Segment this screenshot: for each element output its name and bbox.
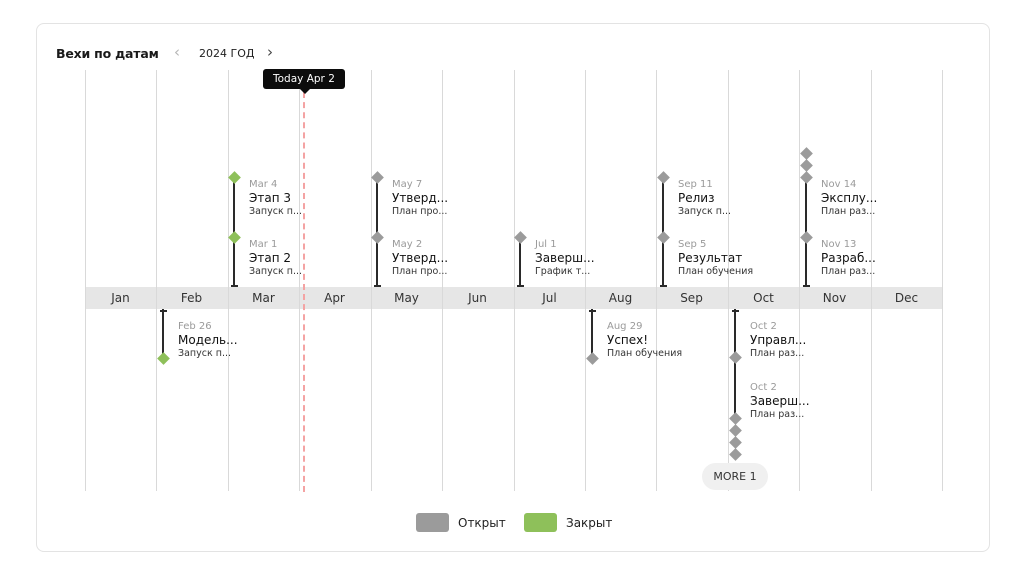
milestone-sub: План раз... <box>750 348 805 359</box>
milestone-date: Mar 1 <box>249 239 278 250</box>
milestone-name: Утверд... <box>392 251 449 265</box>
gridline <box>156 70 157 491</box>
milestone-item[interactable]: Nov 13 Разраб... План раз... <box>821 239 876 278</box>
month-label: Apr <box>324 291 345 305</box>
legend-label: Открыт <box>458 515 506 530</box>
chevron-right-icon[interactable]: › <box>267 43 273 61</box>
gridline <box>228 70 229 491</box>
stem-cap <box>230 285 238 287</box>
gridline <box>942 70 943 491</box>
month-label: Mar <box>252 291 275 305</box>
month-label: Dec <box>894 291 919 305</box>
gridline <box>656 70 657 491</box>
legend-swatch-open <box>416 513 449 532</box>
today-line <box>303 92 305 492</box>
month-label: Sep <box>680 291 703 305</box>
milestone-date: Aug 29 <box>607 321 643 332</box>
milestone-sub: Запуск п... <box>678 206 731 217</box>
milestone-item[interactable]: Sep 5 Результат План обучения <box>678 239 753 278</box>
milestone-item[interactable]: May 2 Утверд... План про... <box>392 239 448 278</box>
legend-item-open[interactable]: Открыт <box>416 513 506 532</box>
stem-cap <box>659 285 667 287</box>
stem-cap <box>516 285 524 287</box>
milestone-sub: План обучения <box>678 266 754 277</box>
milestone-name: Заверш... <box>750 394 810 408</box>
milestone-item[interactable]: May 7 Утверд... План про... <box>392 179 448 218</box>
milestone-date: Jul 1 <box>535 239 557 250</box>
stem-cap <box>373 285 381 287</box>
milestone-date: Oct 2 <box>750 321 777 332</box>
month-label: Jul <box>542 291 557 305</box>
milestone-name: Этап 2 <box>249 251 292 265</box>
gridline <box>728 70 729 491</box>
milestone-item[interactable]: Aug 29 Успех! План обучения <box>607 321 682 360</box>
month-label: May <box>394 291 419 305</box>
milestone-name: Успех! <box>607 333 649 347</box>
milestone-date: May 7 <box>392 179 423 190</box>
chevron-left-icon[interactable]: ‹ <box>174 43 180 61</box>
month-label: Oct <box>753 291 774 305</box>
page-title: Вехи по датам <box>56 46 159 61</box>
milestone-stem <box>519 237 521 287</box>
milestone-date: Mar 4 <box>249 179 278 190</box>
milestone-item[interactable]: Nov 14 Эксплу... План раз... <box>821 179 877 218</box>
milestone-date: Sep 5 <box>678 239 707 250</box>
gridline <box>442 70 443 491</box>
milestone-item[interactable]: Jul 1 Заверш... График т... <box>535 239 595 278</box>
gridline <box>85 70 86 491</box>
gridline <box>585 70 586 491</box>
month-label: Jun <box>468 291 487 305</box>
stem-cap <box>731 310 739 312</box>
gridline <box>299 70 300 491</box>
milestone-sub: План раз... <box>821 266 876 277</box>
gridline <box>799 70 800 491</box>
milestone-sub: Запуск п... <box>249 206 302 217</box>
gridline <box>514 70 515 491</box>
milestone-item[interactable]: Oct 2 Заверш... План раз... <box>750 382 810 421</box>
milestone-date: Feb 26 <box>178 321 212 332</box>
legend-item-closed[interactable]: Закрыт <box>524 513 612 532</box>
stem-cap <box>802 285 810 287</box>
milestone-date: Sep 11 <box>678 179 713 190</box>
milestone-name: Утверд... <box>392 191 449 205</box>
gridline <box>871 70 872 491</box>
milestone-date: Oct 2 <box>750 382 777 393</box>
milestone-item[interactable]: Oct 2 Управл... План раз... <box>750 321 806 360</box>
milestone-name: Эксплу... <box>821 191 878 205</box>
milestone-sub: План про... <box>392 206 448 217</box>
more-button[interactable]: MORE 1 <box>702 463 768 490</box>
milestone-sub: План про... <box>392 266 448 277</box>
month-label: Aug <box>608 291 633 305</box>
milestone-item[interactable]: Sep 11 Релиз Запуск п... <box>678 179 731 218</box>
milestone-item[interactable]: Mar 1 Этап 2 Запуск п... <box>249 239 302 278</box>
milestone-sub: План раз... <box>821 206 876 217</box>
milestone-name: Модель... <box>178 333 238 347</box>
month-label: Jan <box>111 291 130 305</box>
milestone-name: Результат <box>678 251 743 265</box>
legend-label: Закрыт <box>566 515 613 530</box>
today-tooltip: Today Apr 2 <box>263 69 345 94</box>
year-label: 2024 ГОД <box>199 47 255 60</box>
milestone-sub: Запуск п... <box>249 266 302 277</box>
milestone-sub: Запуск п... <box>178 348 231 359</box>
milestone-date: May 2 <box>392 239 423 250</box>
milestone-name: Заверш... <box>535 251 595 265</box>
milestone-date: Nov 14 <box>821 179 857 190</box>
milestone-date: Nov 13 <box>821 239 857 250</box>
month-label: Feb <box>180 291 203 305</box>
milestone-item[interactable]: Mar 4 Этап 3 Запуск п... <box>249 179 302 218</box>
milestone-name: Управл... <box>750 333 807 347</box>
stem-cap <box>159 310 167 312</box>
milestone-sub: План раз... <box>750 409 805 420</box>
milestone-name: Этап 3 <box>249 191 292 205</box>
milestone-name: Релиз <box>678 191 715 205</box>
month-label: Nov <box>822 291 847 305</box>
milestone-item[interactable]: Feb 26 Модель... Запуск п... <box>178 321 238 360</box>
gridline <box>371 70 372 491</box>
stem-cap <box>588 310 596 312</box>
milestone-sub: План обучения <box>607 348 683 359</box>
legend-swatch-closed <box>524 513 557 532</box>
milestone-sub: График т... <box>535 266 591 277</box>
milestone-name: Разраб... <box>821 251 876 265</box>
